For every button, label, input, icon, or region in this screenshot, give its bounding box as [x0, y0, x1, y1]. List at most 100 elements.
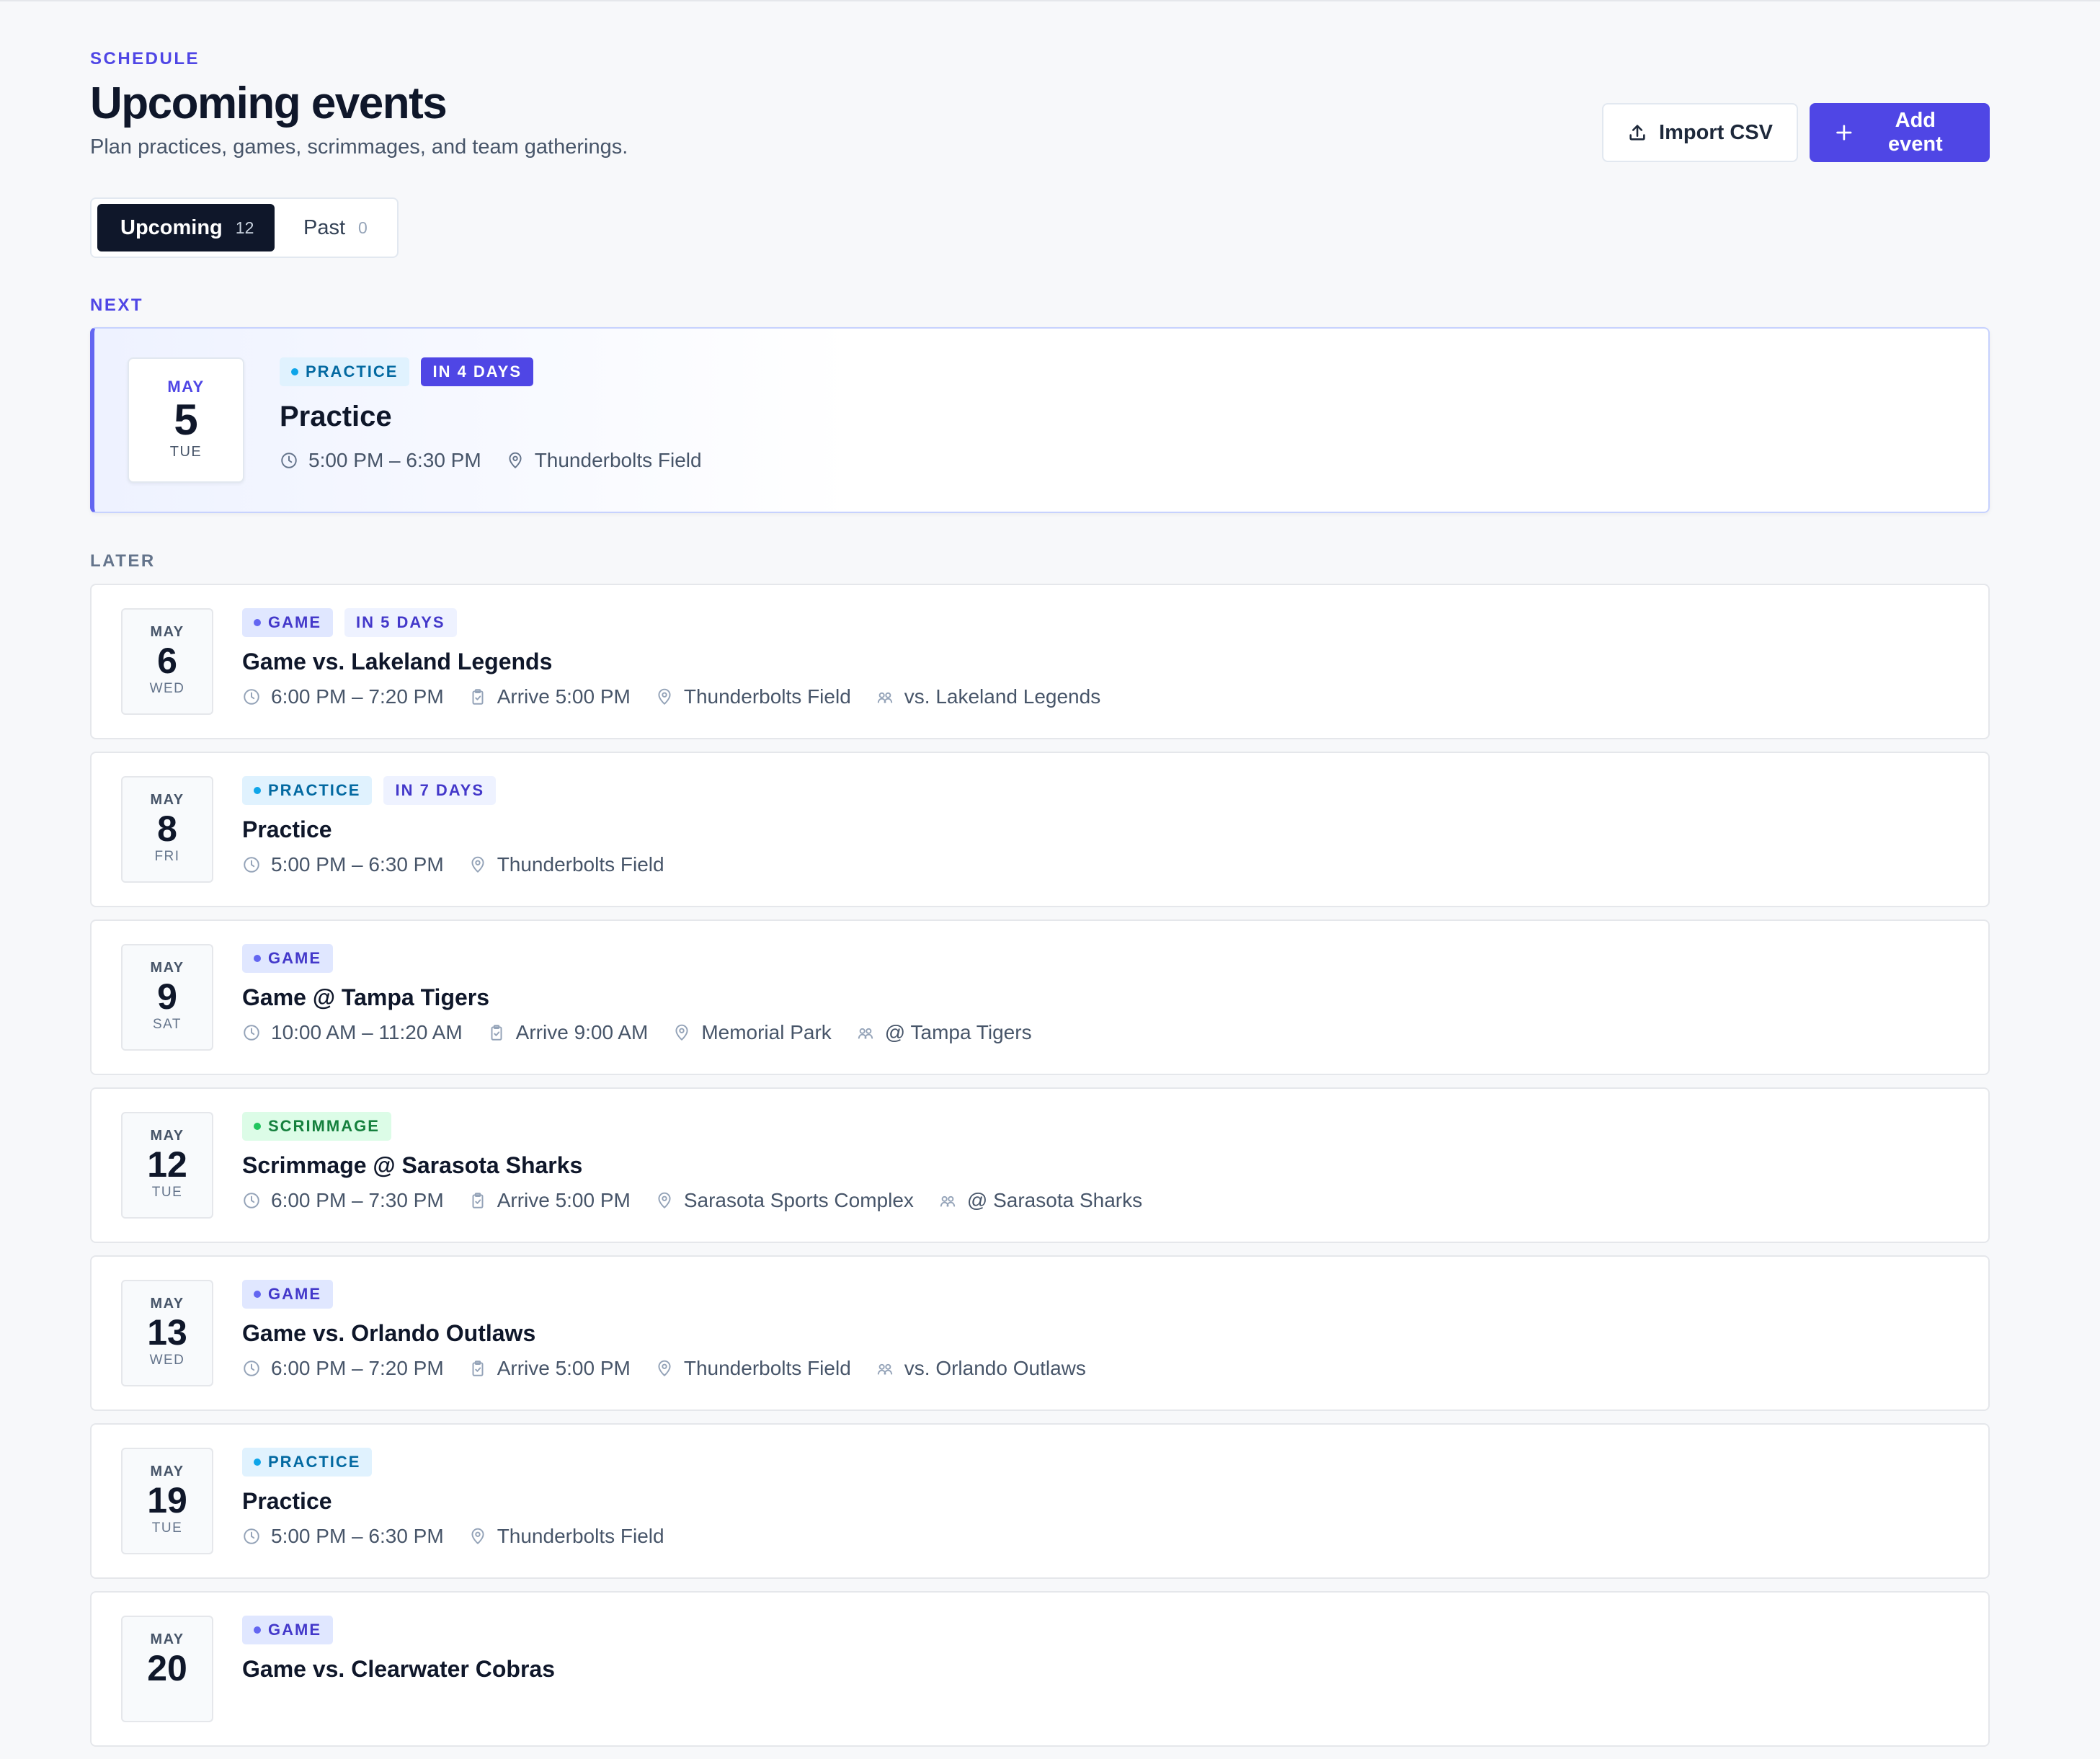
event-type-badge: PRACTICE — [242, 1448, 373, 1477]
clock-icon — [244, 857, 259, 873]
map-pin-icon — [509, 452, 522, 468]
date-month: MAY — [167, 378, 205, 396]
event-card-3[interactable]: MAY 9 SAT GAME Game @ Tampa Tigers 10:00… — [90, 919, 1990, 1075]
event-date: MAY 12 TUE — [121, 1112, 213, 1219]
section-label-later: LATER — [90, 551, 156, 571]
event-arrival-text: Arrive 5:00 PM — [497, 1189, 631, 1211]
event-body: GAME Game vs. Orlando Outlaws 6:00 PM – … — [242, 1280, 1086, 1380]
map-pin-icon — [471, 856, 484, 873]
add-event-label: Add event — [1887, 109, 1943, 156]
event-body: GAME IN 5 DAYS Game vs. Lakeland Legends… — [242, 608, 1100, 708]
event-opponent-text: vs. Lakeland Legends — [904, 685, 1101, 708]
badge-dot — [254, 1291, 261, 1298]
event-badges: GAME — [242, 1616, 555, 1644]
next-event-body: PRACTICE IN 4 DAYS Practice 5:00 PM – 6:… — [280, 357, 702, 472]
date-weekday: TUE — [169, 444, 203, 460]
add-event-button[interactable]: Add event — [1810, 103, 1990, 162]
event-card-6[interactable]: MAY 19 TUE PRACTICE Practice 5:00 PM – 6… — [90, 1423, 1990, 1579]
event-title: Game vs. Clearwater Cobras — [242, 1656, 555, 1682]
event-card-4[interactable]: MAY 12 TUE SCRIMMAGE Scrimmage @ Sarasot… — [90, 1087, 1990, 1243]
event-time: 5:00 PM – 6:30 PM — [242, 853, 444, 876]
date-month: MAY — [150, 960, 184, 976]
event-time-text: 5:00 PM – 6:30 PM — [308, 449, 481, 471]
event-type-label: GAME — [268, 613, 321, 631]
event-title: Practice — [242, 816, 332, 842]
event-opponent-text: vs. Orlando Outlaws — [904, 1357, 1086, 1379]
event-location: Sarasota Sports Complex — [655, 1189, 914, 1212]
event-type-label: GAME — [268, 1621, 321, 1639]
tab-past-label: Past — [303, 215, 346, 239]
event-type-label: PRACTICE — [268, 781, 361, 799]
event-type-badge: PRACTICE — [280, 357, 410, 386]
event-badges: PRACTICE IN 7 DAYS — [242, 776, 664, 805]
event-time-text: 6:00 PM – 7:20 PM — [271, 685, 444, 708]
event-date: MAY 6 WED — [121, 608, 213, 715]
plus-icon — [1836, 125, 1852, 141]
tab-past[interactable]: Past 0 — [280, 204, 391, 251]
date-day: 20 — [147, 1648, 187, 1688]
clipboard-icon — [491, 1025, 502, 1041]
event-body: SCRIMMAGE Scrimmage @ Sarasota Sharks 6:… — [242, 1112, 1142, 1212]
clipboard-icon — [472, 689, 484, 705]
event-type-label: GAME — [268, 949, 321, 967]
page-subtitle: Plan practices, games, scrimmages, and t… — [90, 135, 628, 159]
badge-dot — [254, 1626, 261, 1634]
event-card-5[interactable]: MAY 13 WED GAME Game vs. Orlando Outlaws… — [90, 1255, 1990, 1411]
date-weekday: FRI — [154, 849, 180, 864]
section-label-next: NEXT — [90, 295, 144, 315]
event-title: Practice — [242, 1488, 332, 1514]
event-meta: 5:00 PM – 6:30 PM Thunderbolts Field — [242, 853, 664, 876]
event-opponent: vs. Lakeland Legends — [876, 685, 1100, 708]
event-type-label: PRACTICE — [306, 362, 399, 380]
badge-dot — [254, 619, 261, 626]
event-arrival: Arrive 9:00 AM — [487, 1021, 649, 1044]
next-event-date: MAY 5 TUE — [128, 357, 244, 483]
event-location-text: Thunderbolts Field — [683, 685, 851, 708]
date-month: MAY — [150, 624, 184, 640]
event-badges: SCRIMMAGE — [242, 1112, 1142, 1141]
event-date: MAY 20 — [121, 1616, 213, 1722]
event-card-1[interactable]: MAY 6 WED GAME IN 5 DAYS Game vs. Lakela… — [90, 584, 1990, 739]
event-location-text: Thunderbolts Field — [683, 1357, 851, 1379]
next-event-card[interactable]: MAY 5 TUE PRACTICE IN 4 DAYS Practice 5:… — [90, 327, 1990, 513]
event-card-2[interactable]: MAY 8 FRI PRACTICE IN 7 DAYS Practice 5:… — [90, 752, 1990, 907]
tab-upcoming[interactable]: Upcoming 12 — [97, 204, 275, 251]
event-location-text: Thunderbolts Field — [497, 1525, 664, 1547]
event-time-text: 5:00 PM – 6:30 PM — [271, 853, 444, 876]
badge-dot — [254, 1123, 261, 1130]
event-time: 6:00 PM – 7:30 PM — [242, 1189, 444, 1212]
event-location: Memorial Park — [672, 1021, 832, 1044]
event-arrival: Arrive 5:00 PM — [468, 1189, 631, 1212]
clock-icon — [244, 1025, 259, 1041]
event-location: Thunderbolts Field — [655, 1357, 851, 1380]
event-time: 5:00 PM – 6:30 PM — [280, 449, 481, 472]
event-arrival-text: Arrive 5:00 PM — [497, 685, 631, 708]
event-title: Game @ Tampa Tigers — [242, 984, 490, 1010]
badge-dot — [254, 787, 261, 794]
clipboard-icon — [472, 1193, 484, 1208]
badge-dot — [254, 955, 261, 962]
event-meta: 5:00 PM – 6:30 PM Thunderbolts Field — [280, 449, 702, 472]
event-type-badge: GAME — [242, 608, 333, 637]
event-location: Thunderbolts Field — [468, 1525, 664, 1548]
clipboard-icon — [472, 1361, 484, 1376]
date-weekday: TUE — [151, 1185, 183, 1200]
import-csv-button[interactable]: Import CSV — [1602, 103, 1798, 162]
clock-icon — [281, 453, 297, 468]
map-pin-icon — [675, 1024, 688, 1041]
event-date: MAY 8 FRI — [121, 776, 213, 883]
event-card-7[interactable]: MAY 20 GAME Game vs. Clearwater Cobras — [90, 1591, 1990, 1747]
event-type-label: PRACTICE — [268, 1453, 361, 1471]
event-time-text: 5:00 PM – 6:30 PM — [271, 1525, 444, 1547]
event-arrival-text: Arrive 9:00 AM — [515, 1021, 649, 1043]
date-weekday: TUE — [151, 1520, 183, 1536]
event-meta: 6:00 PM – 7:20 PM Arrive 5:00 PM Thunder… — [242, 1357, 1086, 1380]
map-pin-icon — [658, 688, 671, 705]
event-time-text: 6:00 PM – 7:30 PM — [271, 1189, 444, 1211]
event-body: GAME Game vs. Clearwater Cobras — [242, 1616, 555, 1693]
users-icon — [940, 1195, 956, 1207]
date-day: 6 — [157, 641, 177, 681]
date-day: 8 — [157, 809, 177, 849]
tab-upcoming-count: 12 — [235, 218, 254, 237]
event-arrival: Arrive 5:00 PM — [468, 1357, 631, 1380]
